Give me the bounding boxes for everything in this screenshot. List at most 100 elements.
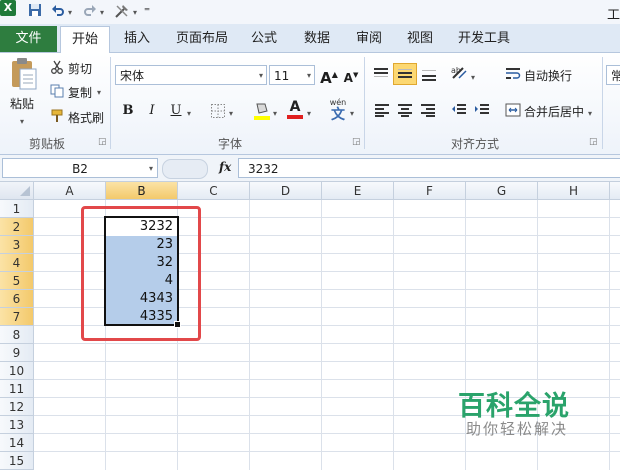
row-header-10[interactable]: 10 [0, 362, 34, 380]
font-color-icon[interactable]: A [285, 99, 305, 119]
row-header-8[interactable]: 8 [0, 326, 34, 344]
row-header-7[interactable]: 7 [0, 308, 34, 326]
row-header-12[interactable]: 12 [0, 398, 34, 416]
font-launcher-icon[interactable]: ◲ [352, 137, 361, 147]
row-header-1[interactable]: 1 [0, 200, 34, 218]
gridline [249, 200, 250, 470]
paste-icon[interactable] [8, 57, 38, 95]
row-header-6[interactable]: 6 [0, 290, 34, 308]
column-header-g[interactable]: G [466, 182, 538, 200]
copy-icon [50, 84, 64, 101]
bold-button[interactable]: B [117, 101, 139, 121]
tab-home[interactable]: 开始 [60, 26, 110, 54]
phonetic-guide-button[interactable]: wén 文 [327, 98, 349, 123]
orientation-dropdown-icon[interactable]: ▾ [471, 69, 475, 83]
column-header-h[interactable]: H [538, 182, 610, 200]
fill-color-icon[interactable] [252, 101, 272, 124]
row-header-2[interactable]: 2 [0, 218, 34, 236]
decrease-indent-icon[interactable] [450, 103, 468, 120]
undo-dropdown-icon[interactable]: ▾ [66, 3, 74, 19]
row-header-15[interactable]: 15 [0, 452, 34, 470]
column-header-f[interactable]: F [394, 182, 466, 200]
underline-button[interactable]: U [165, 101, 187, 121]
align-right-icon[interactable] [419, 103, 437, 120]
clipboard-group-label: 剪贴板 [28, 137, 65, 151]
paste-dropdown-icon[interactable]: ▾ [20, 113, 24, 127]
chevron-down-icon: ▾ [148, 164, 153, 173]
clipboard-launcher-icon[interactable]: ◲ [98, 137, 107, 147]
align-bottom-icon[interactable] [420, 67, 438, 84]
column-header-d[interactable]: D [250, 182, 322, 200]
align-middle-icon[interactable] [393, 63, 417, 85]
underline-dropdown-icon[interactable]: ▾ [187, 105, 191, 119]
font-color-dropdown-icon[interactable]: ▾ [307, 105, 311, 119]
italic-button[interactable]: I [141, 101, 163, 121]
tools-icon[interactable] [114, 3, 130, 19]
insert-function-button[interactable]: fx [219, 160, 231, 174]
ribbon-divider [602, 57, 603, 149]
column-header-partial [610, 182, 620, 200]
undo-icon[interactable] [50, 3, 66, 19]
row-header-3[interactable]: 3 [0, 236, 34, 254]
name-box[interactable]: B2 ▾ [2, 158, 158, 178]
align-left-icon[interactable] [373, 103, 391, 120]
excel-app-icon[interactable]: X [0, 0, 16, 16]
phonetic-dropdown-icon[interactable]: ▾ [350, 105, 354, 119]
chevron-down-icon: ▾ [258, 71, 263, 80]
wrap-text-button[interactable]: 自动换行 [524, 67, 572, 84]
tab-page-layout[interactable]: 页面布局 [169, 26, 235, 52]
merge-center-dropdown-icon[interactable]: ▾ [588, 105, 592, 119]
row-header-9[interactable]: 9 [0, 344, 34, 362]
row-header-13[interactable]: 13 [0, 416, 34, 434]
tab-review[interactable]: 审阅 [349, 26, 389, 52]
column-header-e[interactable]: E [322, 182, 394, 200]
tab-insert[interactable]: 插入 [115, 26, 159, 52]
select-all-corner[interactable] [0, 182, 34, 200]
tab-file[interactable]: 文件 [0, 26, 57, 52]
row-header-14[interactable]: 14 [0, 434, 34, 452]
grow-font-button[interactable]: A▲ [318, 65, 340, 87]
row-header-11[interactable]: 11 [0, 380, 34, 398]
cut-button[interactable]: 剪切 [68, 60, 92, 77]
column-header-c[interactable]: C [178, 182, 250, 200]
tab-formulas[interactable]: 公式 [244, 26, 284, 52]
font-size-select[interactable]: 11 ▾ [269, 65, 315, 85]
number-format-select[interactable]: 常 [606, 65, 620, 85]
redo-icon[interactable] [82, 3, 98, 19]
redo-dropdown-icon[interactable]: ▾ [98, 3, 106, 19]
formula-bar-splitter[interactable] [162, 159, 208, 179]
align-top-icon[interactable] [372, 67, 390, 84]
column-header-a[interactable]: A [34, 182, 106, 200]
increase-indent-icon[interactable] [473, 103, 491, 120]
customize-toolbar-icon[interactable]: ⁼ [142, 3, 152, 19]
merge-center-icon [505, 103, 521, 120]
gridline [609, 200, 610, 470]
merge-center-button[interactable]: 合并后居中 [524, 103, 584, 120]
tools-dropdown-icon[interactable]: ▾ [131, 3, 139, 19]
font-name-select[interactable]: 宋体 ▾ [115, 65, 267, 85]
paste-button[interactable]: 粘贴 [10, 95, 34, 112]
formula-input[interactable]: 3232 [238, 158, 620, 178]
tab-view[interactable]: 视图 [400, 26, 440, 52]
tab-developer[interactable]: 开发工具 [451, 26, 517, 52]
copy-dropdown-icon[interactable]: ▾ [97, 84, 101, 98]
shrink-font-button[interactable]: A▼ [340, 65, 362, 85]
row-header-4[interactable]: 4 [0, 254, 34, 272]
borders-dropdown-icon[interactable]: ▾ [229, 105, 233, 119]
row-header-5[interactable]: 5 [0, 272, 34, 290]
fill-color-dropdown-icon[interactable]: ▾ [273, 105, 277, 119]
column-header-b[interactable]: B [106, 182, 178, 200]
tab-data[interactable]: 数据 [296, 26, 338, 52]
gridline [393, 200, 394, 470]
save-icon[interactable] [27, 3, 43, 19]
worksheet-grid[interactable]: A B C D E F G H 1 2 3 4 5 6 7 8 9 10 11 … [0, 182, 620, 470]
format-painter-button[interactable]: 格式刷 [68, 109, 104, 126]
copy-button[interactable]: 复制 [68, 84, 92, 101]
alignment-launcher-icon[interactable]: ◲ [589, 137, 598, 147]
align-center-icon[interactable] [396, 103, 414, 120]
orientation-icon[interactable]: ab [450, 65, 470, 84]
svg-text:ab: ab [451, 66, 461, 75]
ribbon-tab-bar: 文件 开始 插入 页面布局 公式 数据 审阅 视图 开发工具 [0, 24, 620, 54]
gridline [321, 200, 322, 470]
borders-icon[interactable] [209, 103, 227, 122]
